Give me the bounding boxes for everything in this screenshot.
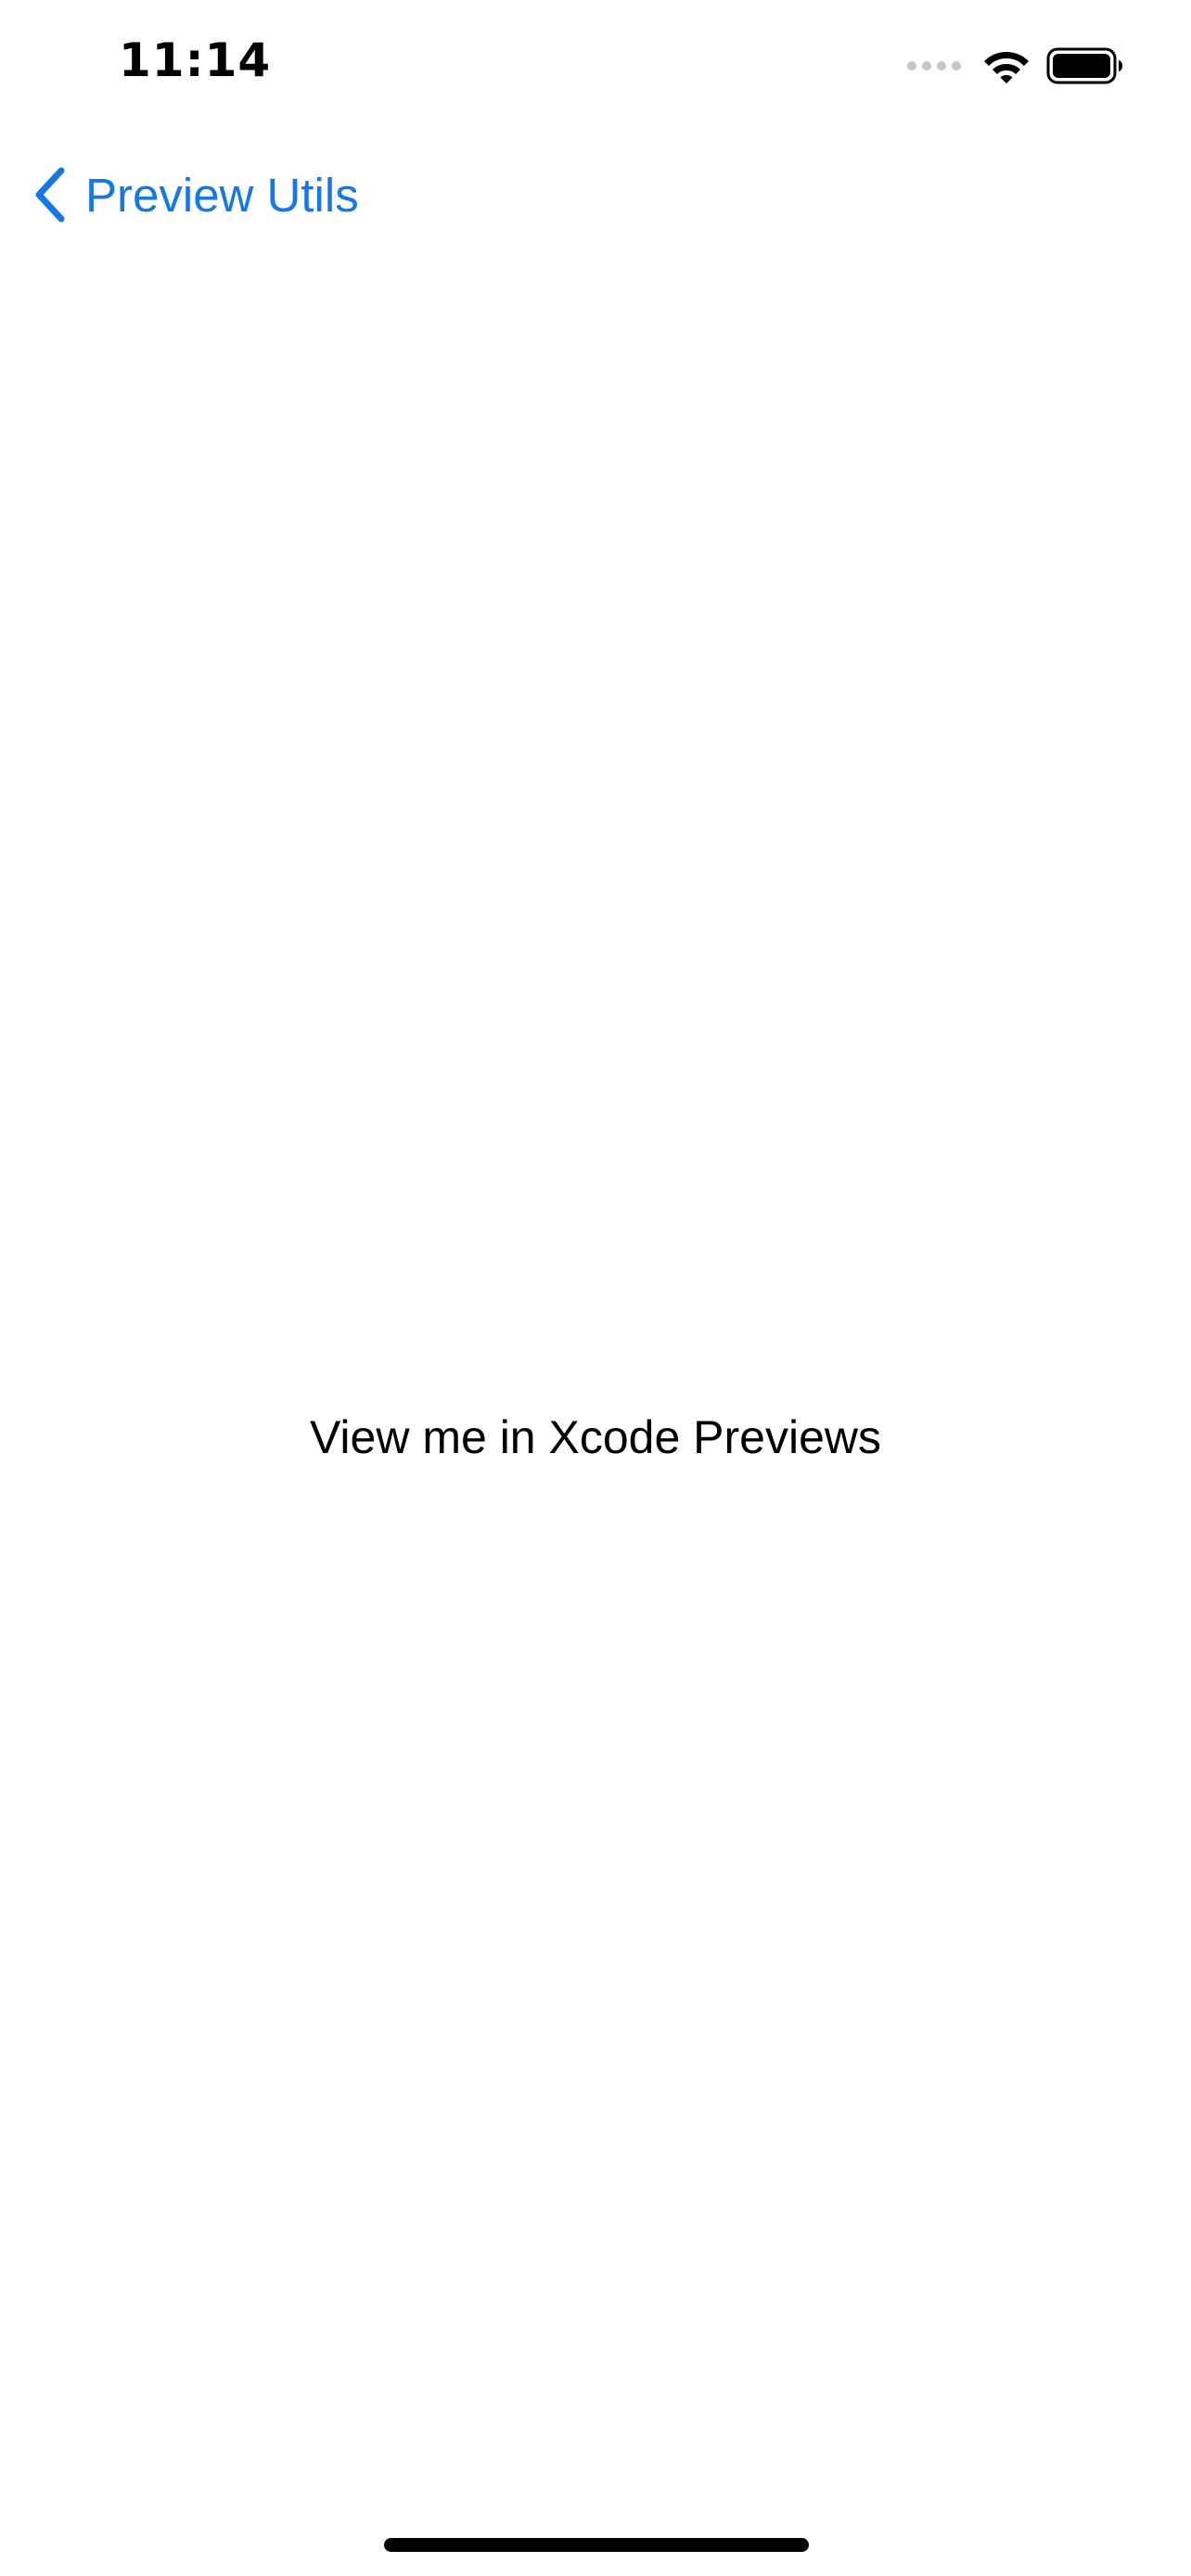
wifi-icon xyxy=(984,52,1029,83)
preview-message: View me in Xcode Previews xyxy=(309,1411,881,1463)
status-icons xyxy=(907,43,1124,89)
main-content: View me in Xcode Previews xyxy=(0,1391,1191,1484)
chevron-left-icon xyxy=(35,167,65,223)
status-time: 11:14 xyxy=(119,33,272,87)
navigation-bar: Preview Utils xyxy=(0,139,1191,250)
home-indicator[interactable] xyxy=(384,2538,809,2552)
cellular-signal-icon xyxy=(907,61,961,70)
status-bar: 11:14 xyxy=(0,0,1191,139)
back-button[interactable]: Preview Utils xyxy=(32,158,359,232)
back-button-label: Preview Utils xyxy=(85,168,359,222)
battery-icon xyxy=(1046,47,1122,84)
